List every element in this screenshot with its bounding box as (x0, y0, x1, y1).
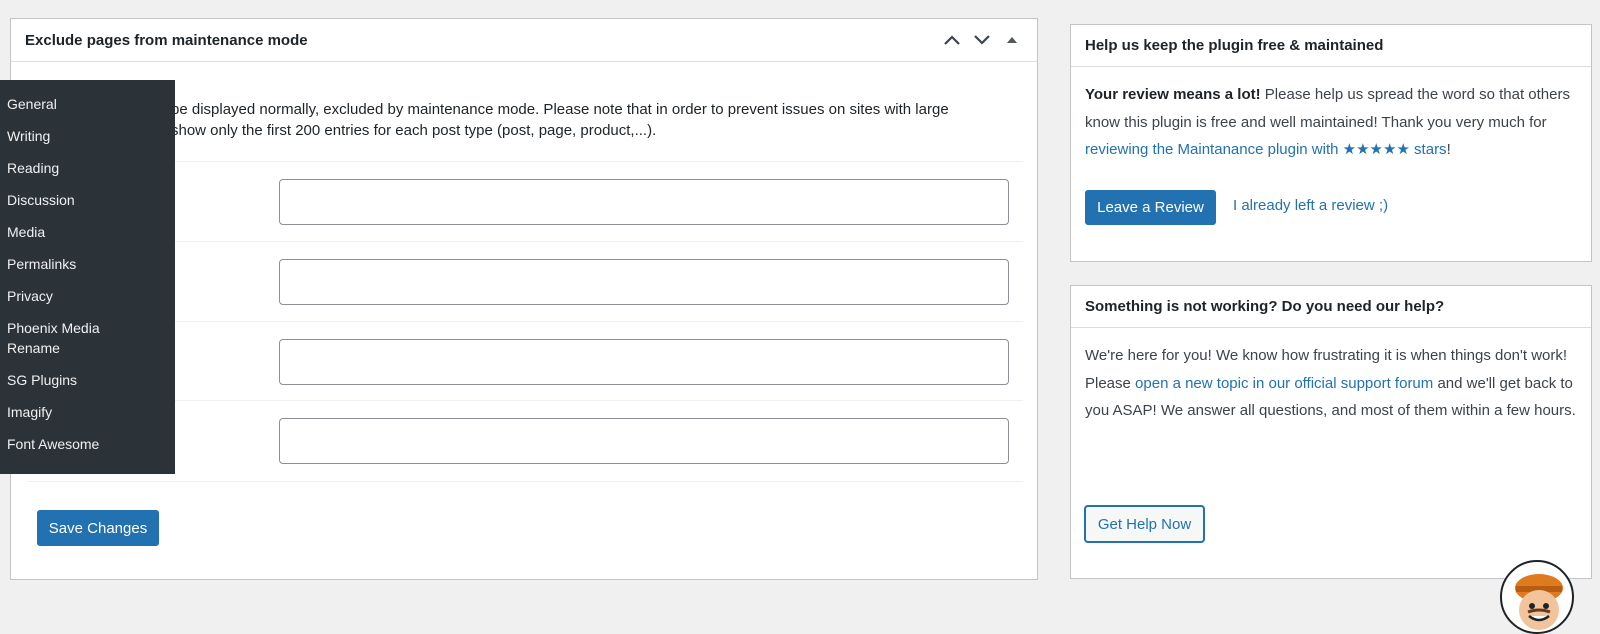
field-row-divider (27, 481, 1023, 482)
menu-item-font-awesome[interactable]: Font Awesome (0, 434, 175, 454)
move-down-icon[interactable] (971, 29, 993, 51)
field-row-divider (27, 400, 1023, 401)
exclude-field-1[interactable] (279, 179, 1009, 225)
menu-item-phoenix-media-rename[interactable]: Phoenix Media Rename (0, 318, 120, 358)
review-title: Help us keep the plugin free & maintaine… (1085, 37, 1384, 54)
menu-item-privacy[interactable]: Privacy (0, 286, 175, 306)
menu-item-media[interactable]: Media (0, 222, 175, 242)
description: be displayed normally, excluded by maint… (171, 99, 1031, 141)
review-text: Your review means a lot! Please help us … (1071, 67, 1591, 178)
save-changes-button[interactable]: Save Changes (37, 510, 159, 546)
menu-item-writing[interactable]: Writing (0, 126, 175, 146)
review-plugin-link[interactable]: reviewing the Maintanance plugin with ★★… (1085, 141, 1447, 158)
collapse-toggle-icon[interactable] (1001, 29, 1023, 51)
mascot-avatar[interactable] (1500, 560, 1574, 634)
help-line-1: We're here for you! We know how frustrat… (1085, 347, 1568, 364)
help-postbox: Something is not working? Do you need ou… (1070, 285, 1592, 579)
help-header: Something is not working? Do you need ou… (1071, 286, 1591, 328)
field-row-divider (27, 321, 1023, 322)
review-bold-text: Your review means a lot! (1085, 86, 1261, 103)
postbox-title: Exclude pages from maintenance mode (25, 31, 308, 49)
already-reviewed-link[interactable]: I already left a review ;) (1233, 197, 1388, 214)
exclude-field-4[interactable] (279, 418, 1009, 464)
support-forum-link[interactable]: open a new topic in our official support… (1135, 375, 1433, 392)
review-text-part2: ! (1446, 141, 1451, 158)
menu-item-reading[interactable]: Reading (0, 158, 175, 178)
review-header: Help us keep the plugin free & maintaine… (1071, 25, 1591, 67)
review-postbox: Help us keep the plugin free & maintaine… (1070, 24, 1592, 262)
field-row-divider (27, 161, 1023, 162)
menu-item-sg-plugins[interactable]: SG Plugins (0, 370, 175, 390)
menu-item-permalinks[interactable]: Permalinks (0, 254, 175, 274)
postbox-header: Exclude pages from maintenance mode (11, 19, 1037, 62)
help-title: Something is not working? Do you need ou… (1085, 298, 1445, 315)
field-row-divider (27, 241, 1023, 242)
menu-item-imagify[interactable]: Imagify (0, 402, 175, 422)
mascot-icon (1515, 574, 1563, 630)
help-text-before-link: Please (1085, 374, 1136, 392)
help-line-2: Please open a new topic in our official … (1085, 370, 1577, 425)
move-up-icon[interactable] (941, 29, 963, 51)
handle-actions (941, 29, 1023, 51)
settings-flyout-menu: General Writing Reading Discussion Media… (0, 80, 175, 474)
get-help-now-button[interactable]: Get Help Now (1085, 506, 1204, 542)
menu-item-general[interactable]: General (0, 94, 175, 114)
menu-item-discussion[interactable]: Discussion (0, 190, 175, 210)
help-text: We're here for you! We know how frustrat… (1071, 328, 1591, 439)
leave-review-button[interactable]: Leave a Review (1085, 190, 1216, 225)
exclude-field-3[interactable] (279, 339, 1009, 385)
exclude-field-2[interactable] (279, 259, 1009, 305)
description-line-2: show only the first 200 entries for each… (171, 122, 657, 139)
description-line-1: be displayed normally, excluded by maint… (171, 101, 949, 118)
